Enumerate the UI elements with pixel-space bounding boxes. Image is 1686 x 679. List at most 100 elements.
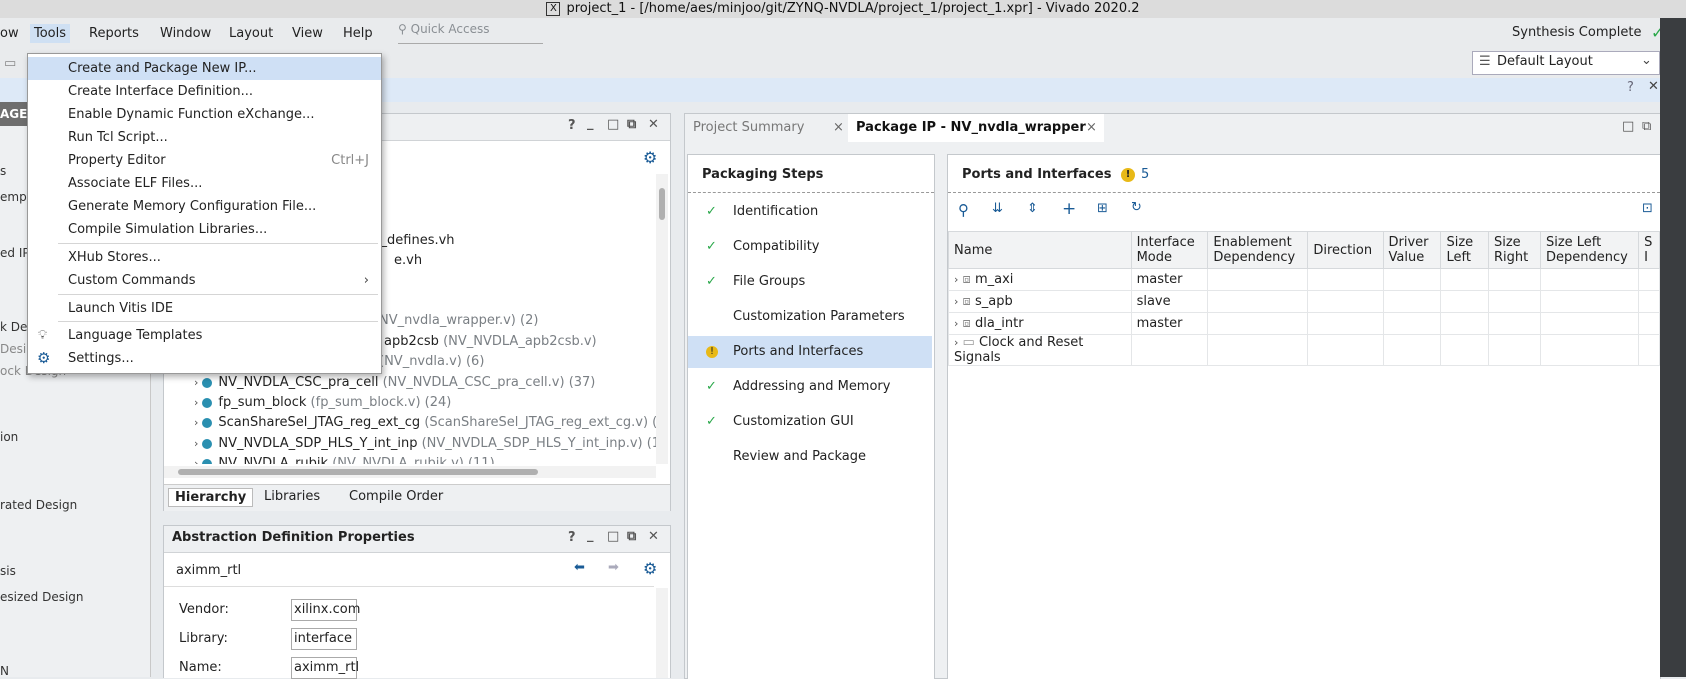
column-header[interactable]: Driver Value (1382, 231, 1442, 269)
maximize-icon[interactable]: □ (607, 529, 619, 544)
column-header[interactable]: Direction (1307, 231, 1384, 269)
column-header[interactable]: S I (1638, 231, 1660, 269)
nav-item[interactable]: ed IP (0, 246, 30, 260)
minimize-icon[interactable]: _ (587, 528, 594, 543)
column-header[interactable]: Interface Mode (1130, 231, 1209, 269)
menu-item-property-editor[interactable]: Property Editor Ctrl+J (28, 149, 381, 172)
menu-item-generate-memory-config[interactable]: Generate Memory Configuration File... (28, 195, 381, 218)
help-icon[interactable]: ? (568, 530, 576, 545)
close-icon[interactable]: × (1086, 114, 1097, 142)
nav-item[interactable]: sis (0, 564, 16, 578)
vertical-scrollbar[interactable] (656, 174, 668, 464)
table-row[interactable]: › ⧈ s_apb slave (948, 290, 1660, 313)
nav-item[interactable]: N (0, 664, 9, 678)
tree-row[interactable]: (NV_nvdla.v) (6) (379, 354, 484, 374)
float-icon[interactable]: ⧉ (627, 117, 636, 132)
nav-item[interactable]: rated Design (0, 498, 77, 512)
tree-row[interactable]: › NV_NVDLA_rubik (NV_NVDLA_rubik.v) (11) (194, 456, 495, 464)
float-icon[interactable]: ⧉ (627, 529, 636, 544)
nav-item[interactable]: Desi (0, 342, 26, 356)
menu-item-create-interface-definition[interactable]: Create Interface Definition... (28, 80, 381, 103)
add-icon[interactable]: + (1062, 199, 1076, 219)
tree-row[interactable]: › ScanShareSel_JTAG_reg_ext_cg (ScanShare… (194, 415, 656, 435)
expand-all-icon[interactable]: ⇕ (1027, 201, 1038, 216)
minimize-icon[interactable]: _ (587, 116, 594, 131)
nav-item[interactable]: emp (0, 190, 27, 204)
close-icon[interactable]: ✕ (648, 117, 659, 132)
vertical-scrollbar[interactable] (656, 588, 668, 678)
menu-item-run-tcl-script[interactable]: Run Tcl Script... (28, 126, 381, 149)
step-customization-parameters[interactable]: Customization Parameters (688, 301, 932, 333)
nav-item[interactable]: ion (0, 430, 18, 444)
maximize-icon[interactable]: □ (1622, 119, 1634, 134)
library-field[interactable]: interface (291, 628, 357, 650)
save-icon[interactable]: ▭ (4, 56, 16, 71)
menu-item-settings[interactable]: ⚙ Settings... (28, 347, 381, 370)
step-customization-gui[interactable]: ✓ Customization GUI (688, 406, 932, 438)
tree-row[interactable]: k_defines.vh (373, 233, 455, 253)
menu-item-custom-commands[interactable]: Custom Commands › (28, 269, 381, 292)
gear-icon[interactable]: ⚙ (643, 559, 657, 578)
tab-libraries[interactable]: Libraries (264, 489, 320, 504)
menu-item-xhub-stores[interactable]: XHub Stores... (28, 246, 381, 269)
column-header[interactable]: Size Left (1440, 231, 1489, 269)
auto-infer-icon[interactable]: ⊞ (1097, 201, 1108, 216)
gear-icon[interactable]: ⚙ (643, 148, 657, 167)
warning-count[interactable]: 5 (1141, 167, 1149, 182)
menu-item-launch-vitis[interactable]: Launch Vitis IDE (28, 297, 381, 320)
column-header[interactable]: Size Left Dependency (1539, 231, 1640, 269)
back-arrow-icon[interactable]: ⬅ (574, 560, 585, 575)
step-addressing-and-memory[interactable]: ✓ Addressing and Memory (688, 371, 932, 403)
menu-item-enable-dfx[interactable]: Enable Dynamic Function eXchange... (28, 103, 381, 126)
tab-hierarchy[interactable]: Hierarchy (168, 488, 254, 507)
help-icon[interactable]: ? (568, 118, 576, 133)
scroll-thumb[interactable] (659, 188, 665, 220)
menu-item-associate-elf[interactable]: Associate ELF Files... (28, 172, 381, 195)
tree-row[interactable]: NV_nvdla_wrapper.v) (2) (379, 313, 538, 333)
tree-row[interactable]: › NV_NVDLA_SDP_HLS_Y_int_inp (NV_NVDLA_SD… (194, 436, 656, 456)
help-icon[interactable]: ? (1627, 80, 1634, 95)
quick-access-input[interactable]: ⚲ Quick Access (398, 22, 543, 44)
close-icon[interactable]: ✕ (648, 529, 659, 544)
tree-row[interactable]: › fp_sum_block (fp_sum_block.v) (24) (194, 395, 451, 415)
step-review-and-package[interactable]: Review and Package (688, 441, 932, 473)
tree-row[interactable]: e.vh (394, 253, 422, 273)
forward-arrow-icon[interactable]: ➡ (608, 560, 619, 575)
table-row[interactable]: › ▭ Clock and Reset Signals (948, 334, 1660, 366)
tab-project-summary[interactable]: Project Summary × (685, 114, 848, 142)
column-header[interactable]: Name (948, 231, 1132, 269)
horizontal-scrollbar[interactable] (164, 466, 656, 478)
menu-item-language-templates[interactable]: 💡︎ Language Templates (28, 324, 381, 347)
maximize-icon[interactable]: □ (607, 117, 619, 132)
refresh-icon[interactable]: ↻ (1131, 200, 1142, 215)
tab-package-ip[interactable]: Package IP - NV_nvdla_wrapper × (848, 114, 1104, 142)
menu-window[interactable]: Window (160, 26, 211, 41)
step-file-groups[interactable]: ✓ File Groups (688, 266, 932, 298)
menu-flow[interactable]: ow (0, 26, 19, 41)
float-icon[interactable]: ⧉ (1642, 119, 1651, 134)
nav-item[interactable]: s (0, 164, 6, 178)
step-compatibility[interactable]: ✓ Compatibility (688, 231, 932, 263)
scroll-thumb[interactable] (178, 469, 538, 475)
column-header[interactable]: Enablement Dependency (1207, 231, 1309, 269)
close-icon[interactable]: × (833, 114, 844, 142)
menu-item-create-package-ip[interactable]: Create and Package New IP... (28, 57, 381, 80)
table-row[interactable]: › ⧈ m_axi master (948, 268, 1660, 291)
nav-item[interactable]: k De (0, 320, 27, 334)
settings-icon[interactable]: ⊡ (1642, 201, 1653, 216)
search-icon[interactable]: ⚲ (958, 201, 969, 219)
step-ports-and-interfaces[interactable]: ! Ports and Interfaces (688, 336, 932, 368)
tab-compile-order[interactable]: Compile Order (349, 489, 443, 504)
name-field[interactable]: aximm_rtl (291, 657, 359, 679)
nav-item[interactable]: esized Design (0, 590, 84, 604)
menu-item-compile-sim-libraries[interactable]: Compile Simulation Libraries... (28, 218, 381, 241)
menu-layout[interactable]: Layout (229, 26, 273, 41)
close-icon[interactable]: ✕ (1648, 79, 1659, 94)
layout-select[interactable]: ☰ Default Layout ⌄ (1472, 51, 1660, 75)
column-header[interactable]: Size Right (1487, 231, 1541, 269)
vendor-field[interactable]: xilinx.com (291, 599, 360, 621)
table-row[interactable]: › ⧈ dla_intr master (948, 312, 1660, 335)
collapse-all-icon[interactable]: ⇊ (992, 201, 1003, 216)
tree-row[interactable]: apb2csb (NV_NVDLA_apb2csb.v) (384, 334, 597, 354)
menu-view[interactable]: View (292, 26, 323, 41)
